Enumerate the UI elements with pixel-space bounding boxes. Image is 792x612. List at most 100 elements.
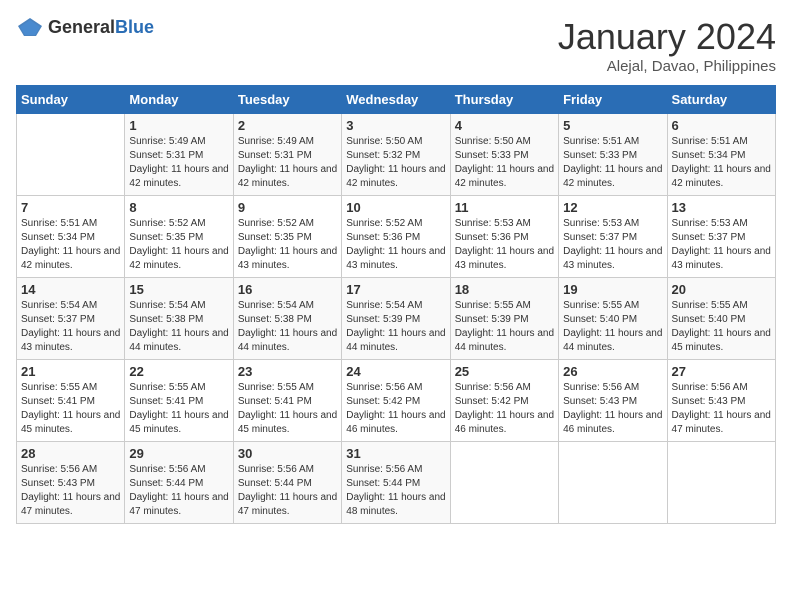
calendar-cell: 12Sunrise: 5:53 AM Sunset: 5:37 PM Dayli… [559, 196, 667, 278]
day-number: 1 [129, 118, 228, 133]
day-number: 11 [455, 200, 554, 215]
calendar-week-2: 7 Sunrise: 5:51 AM Sunset: 5:34 PM Daylig… [17, 196, 776, 278]
calendar-week-4: 21 Sunrise: 5:55 AM Sunset: 5:41 PM Dayli… [17, 360, 776, 442]
header-cell-monday: Monday [125, 86, 233, 114]
header-cell-friday: Friday [559, 86, 667, 114]
calendar-cell: 15 Sunrise: 5:54 AM Sunset: 5:38 PM Dayli… [125, 278, 233, 360]
day-info: Sunrise: 5:54 AM Sunset: 5:38 PM Dayligh… [238, 299, 337, 355]
calendar-cell: 18Sunrise: 5:55 AM Sunset: 5:39 PM Dayli… [450, 278, 558, 360]
calendar-cell: 6 Sunrise: 5:51 AM Sunset: 5:34 PM Daylig… [667, 114, 775, 196]
day-info: Sunrise: 5:52 AM Sunset: 5:36 PM Dayligh… [346, 217, 445, 273]
day-info: Sunrise: 5:52 AM Sunset: 5:35 PM Dayligh… [238, 217, 337, 273]
calendar-cell: 20 Sunrise: 5:55 AM Sunset: 5:40 PM Dayli… [667, 278, 775, 360]
day-number: 21 [21, 364, 120, 379]
day-number: 20 [672, 282, 771, 297]
month-title: January 2024 [558, 16, 776, 58]
title-area: January 2024 Alejal, Davao, Philippines [558, 16, 776, 75]
day-number: 6 [672, 118, 771, 133]
day-number: 2 [238, 118, 337, 133]
day-info: Sunrise: 5:51 AM Sunset: 5:34 PM Dayligh… [672, 135, 771, 191]
calendar-cell: 7 Sunrise: 5:51 AM Sunset: 5:34 PM Daylig… [17, 196, 125, 278]
day-info: Sunrise: 5:51 AM Sunset: 5:34 PM Dayligh… [21, 217, 120, 273]
calendar-cell: 3Sunrise: 5:50 AM Sunset: 5:32 PM Daylig… [342, 114, 450, 196]
day-number: 26 [563, 364, 662, 379]
day-number: 28 [21, 446, 120, 461]
day-info: Sunrise: 5:54 AM Sunset: 5:38 PM Dayligh… [129, 299, 228, 355]
calendar-cell: 10 Sunrise: 5:52 AM Sunset: 5:36 PM Dayli… [342, 196, 450, 278]
day-info: Sunrise: 5:56 AM Sunset: 5:44 PM Dayligh… [129, 463, 228, 519]
day-info: Sunrise: 5:49 AM Sunset: 5:31 PM Dayligh… [238, 135, 337, 191]
calendar-cell: 1Sunrise: 5:49 AM Sunset: 5:31 PM Daylig… [125, 114, 233, 196]
day-number: 24 [346, 364, 445, 379]
calendar-cell: 28Sunrise: 5:56 AM Sunset: 5:43 PM Dayli… [17, 442, 125, 524]
day-number: 7 [21, 200, 120, 215]
day-info: Sunrise: 5:56 AM Sunset: 5:44 PM Dayligh… [346, 463, 445, 519]
day-number: 5 [563, 118, 662, 133]
day-number: 8 [129, 200, 228, 215]
logo-general-text: General [48, 17, 115, 37]
calendar-cell: 21 Sunrise: 5:55 AM Sunset: 5:41 PM Dayli… [17, 360, 125, 442]
day-number: 14 [21, 282, 120, 297]
day-number: 29 [129, 446, 228, 461]
day-number: 10 [346, 200, 445, 215]
location-title: Alejal, Davao, Philippines [558, 58, 776, 75]
calendar-cell: 30Sunrise: 5:56 AM Sunset: 5:44 PM Dayli… [233, 442, 341, 524]
day-number: 13 [672, 200, 771, 215]
calendar-body: 1 Sunrise: 5:49 AM Sunset: 5:31 PM Daylig… [17, 114, 776, 524]
day-number: 12 [563, 200, 662, 215]
calendar-week-5: 28Sunrise: 5:56 AM Sunset: 5:43 PM Dayli… [17, 442, 776, 524]
calendar-cell: 19 Sunrise: 5:55 AM Sunset: 5:40 PM Dayli… [559, 278, 667, 360]
day-number: 22 [129, 364, 228, 379]
day-info: Sunrise: 5:55 AM Sunset: 5:41 PM Dayligh… [129, 381, 228, 437]
calendar-cell: 11Sunrise: 5:53 AM Sunset: 5:36 PM Dayli… [450, 196, 558, 278]
logo-blue-text: Blue [115, 17, 154, 37]
header-row: SundayMondayTuesdayWednesdayThursdayFrid… [17, 86, 776, 114]
header-cell-tuesday: Tuesday [233, 86, 341, 114]
day-info: Sunrise: 5:50 AM Sunset: 5:32 PM Dayligh… [346, 135, 445, 191]
calendar-cell [17, 114, 125, 196]
day-info: Sunrise: 5:54 AM Sunset: 5:39 PM Dayligh… [346, 299, 445, 355]
calendar-cell: 5 Sunrise: 5:51 AM Sunset: 5:33 PM Daylig… [559, 114, 667, 196]
day-number: 15 [129, 282, 228, 297]
calendar-week-1: 1 Sunrise: 5:49 AM Sunset: 5:31 PM Daylig… [17, 114, 776, 196]
day-number: 23 [238, 364, 337, 379]
day-number: 17 [346, 282, 445, 297]
day-info: Sunrise: 5:51 AM Sunset: 5:33 PM Dayligh… [563, 135, 662, 191]
calendar-table: SundayMondayTuesdayWednesdayThursdayFrid… [16, 85, 776, 524]
day-number: 19 [563, 282, 662, 297]
calendar-week-3: 14 Sunrise: 5:54 AM Sunset: 5:37 PM Dayli… [17, 278, 776, 360]
day-info: Sunrise: 5:55 AM Sunset: 5:41 PM Dayligh… [238, 381, 337, 437]
header-cell-saturday: Saturday [667, 86, 775, 114]
calendar-cell: 26Sunrise: 5:56 AM Sunset: 5:43 PM Dayli… [559, 360, 667, 442]
day-number: 31 [346, 446, 445, 461]
day-info: Sunrise: 5:52 AM Sunset: 5:35 PM Dayligh… [129, 217, 228, 273]
day-number: 30 [238, 446, 337, 461]
day-info: Sunrise: 5:55 AM Sunset: 5:40 PM Dayligh… [563, 299, 662, 355]
day-number: 9 [238, 200, 337, 215]
calendar-header: SundayMondayTuesdayWednesdayThursdayFrid… [17, 86, 776, 114]
calendar-cell: 13Sunrise: 5:53 AM Sunset: 5:37 PM Dayli… [667, 196, 775, 278]
calendar-cell: 31 Sunrise: 5:56 AM Sunset: 5:44 PM Dayli… [342, 442, 450, 524]
calendar-cell: 23 Sunrise: 5:55 AM Sunset: 5:41 PM Dayli… [233, 360, 341, 442]
day-info: Sunrise: 5:55 AM Sunset: 5:39 PM Dayligh… [455, 299, 554, 355]
calendar-cell [559, 442, 667, 524]
day-info: Sunrise: 5:56 AM Sunset: 5:42 PM Dayligh… [455, 381, 554, 437]
header: GeneralBlue January 2024 Alejal, Davao, … [16, 16, 776, 75]
calendar-cell: 22 Sunrise: 5:55 AM Sunset: 5:41 PM Dayli… [125, 360, 233, 442]
day-number: 4 [455, 118, 554, 133]
calendar-cell: 29 Sunrise: 5:56 AM Sunset: 5:44 PM Dayli… [125, 442, 233, 524]
calendar-cell [667, 442, 775, 524]
calendar-cell: 25Sunrise: 5:56 AM Sunset: 5:42 PM Dayli… [450, 360, 558, 442]
day-info: Sunrise: 5:54 AM Sunset: 5:37 PM Dayligh… [21, 299, 120, 355]
calendar-cell: 24 Sunrise: 5:56 AM Sunset: 5:42 PM Dayli… [342, 360, 450, 442]
header-cell-thursday: Thursday [450, 86, 558, 114]
calendar-cell: 27 Sunrise: 5:56 AM Sunset: 5:43 PM Dayli… [667, 360, 775, 442]
day-info: Sunrise: 5:56 AM Sunset: 5:42 PM Dayligh… [346, 381, 445, 437]
day-info: Sunrise: 5:55 AM Sunset: 5:41 PM Dayligh… [21, 381, 120, 437]
day-info: Sunrise: 5:55 AM Sunset: 5:40 PM Dayligh… [672, 299, 771, 355]
day-info: Sunrise: 5:56 AM Sunset: 5:43 PM Dayligh… [672, 381, 771, 437]
day-number: 16 [238, 282, 337, 297]
day-number: 27 [672, 364, 771, 379]
header-cell-sunday: Sunday [17, 86, 125, 114]
calendar-cell [450, 442, 558, 524]
